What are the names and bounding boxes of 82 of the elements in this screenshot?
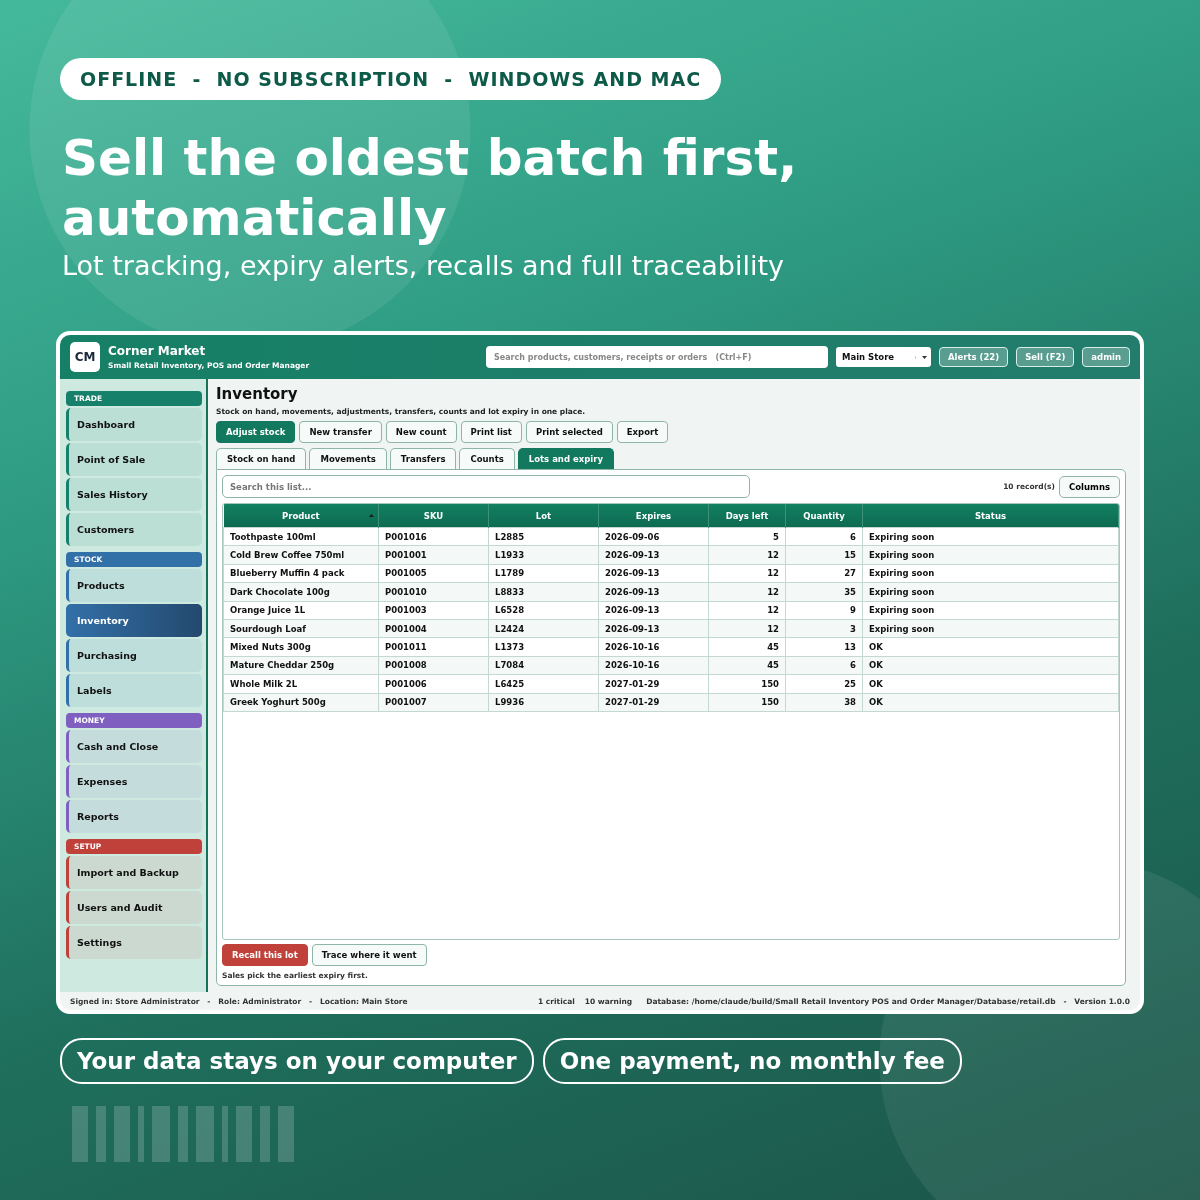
table-cell: P001005 [378,564,489,583]
table-cell: 27 [785,564,863,583]
table-cell: 2026-09-13 [598,564,709,583]
list-search-field[interactable]: Search this list... [222,475,750,498]
table-cell: 13 [785,637,863,657]
sidebar-item[interactable]: Expenses [66,765,202,798]
table-cell: 9 [785,601,863,620]
sidebar-item[interactable]: Dashboard [66,408,202,441]
store-dropdown[interactable]: Main Store [836,347,931,367]
table-cell: 5 [708,527,786,546]
sidebar-item[interactable]: Purchasing [66,639,202,672]
column-header[interactable]: Days left [708,504,786,528]
column-header[interactable]: Status [862,504,1119,528]
table-cell: L6425 [488,674,599,693]
app-title: Corner Market [108,344,207,358]
table-cell: P001003 [378,601,489,620]
tab[interactable]: Stock on hand [216,448,307,469]
action-button[interactable]: Recall this lot [222,944,308,966]
column-header[interactable]: Lot [488,504,599,528]
action-button[interactable]: Trace where it went [311,944,427,966]
sidebar-item[interactable]: Point of Sale [66,443,202,476]
table-cell: Expiring soon [862,564,1119,583]
column-header[interactable]: Expires [598,504,709,528]
table-cell: Blueberry Muffin 4 pack [223,564,379,583]
table-cell: 2027-01-29 [598,674,709,693]
table-cell: L1789 [488,564,599,583]
table-cell: Toothpaste 100ml [223,527,379,546]
search-field[interactable]: Search products, customers, receipts or orders (Ctrl+F) [486,346,828,368]
page-title: Inventory [216,385,299,403]
table-cell: L6528 [488,601,599,620]
sidebar-item[interactable]: Import and Backup [66,856,202,889]
table-cell: 12 [708,564,786,583]
table-cell: Mixed Nuts 300g [223,637,379,657]
feature-pill: One payment, no monthly fee [542,1038,962,1084]
table-cell: 45 [708,637,786,657]
table-cell: 6 [785,527,863,546]
sidebar-item[interactable]: Inventory [66,604,202,637]
table-cell: P001011 [378,637,489,657]
tab[interactable]: Movements [309,448,387,469]
table-cell: 12 [708,601,786,620]
sidebar-item[interactable]: Sales History [66,478,202,511]
table-cell: L2885 [488,527,599,546]
table-cell: P001006 [378,674,489,693]
sidebar-item[interactable]: Products [66,569,202,602]
table-cell: 25 [785,674,863,693]
column-header[interactable]: SKU [378,504,489,528]
columns-button[interactable]: Columns [1059,475,1120,498]
caret-icon [915,355,927,359]
table-cell: 150 [708,674,786,693]
subheadline: Lot tracking, expiry alerts, recalls and full traceability [62,250,786,281]
sidebar-item[interactable]: Reports [66,800,202,833]
sidebar-item[interactable]: Cash and Close [66,730,202,763]
tab[interactable]: Lots and expiry [517,448,614,469]
tab[interactable]: Transfers [389,448,457,469]
column-header[interactable]: Product [223,504,379,528]
table-cell: OK [862,674,1119,693]
feature-pill: Your data stays on your computer [60,1038,534,1084]
table-cell: Orange Juice 1L [223,601,379,620]
table-cell: P001016 [378,527,489,546]
action-button[interactable]: Print list [460,421,522,443]
table-cell: OK [862,637,1119,657]
action-button[interactable]: New transfer [299,421,382,443]
tagline-pill: OFFLINE - NO SUBSCRIPTION - WINDOWS AND MAC [60,58,722,100]
sidebar-item[interactable]: Settings [66,926,202,959]
table-cell: 2026-09-06 [598,527,709,546]
sidebar-item[interactable]: Customers [66,513,202,546]
sidebar-item[interactable]: Users and Audit [66,891,202,924]
action-button[interactable]: New count [385,421,457,443]
table-cell: 2026-10-16 [598,637,709,657]
logo: CM [70,342,100,372]
action-button[interactable]: Adjust stock [216,421,296,443]
table-cell: Whole Milk 2L [223,674,379,693]
headline: Sell the oldest batch first, automatically [62,128,799,248]
sidebar-item[interactable]: Labels [66,674,202,707]
table-cell: Expiring soon [862,601,1119,620]
tab[interactable]: Counts [459,448,515,469]
table-cell: L1373 [488,637,599,657]
table-cell: 2026-09-13 [598,601,709,620]
table-cell: Expiring soon [862,527,1119,546]
action-button[interactable]: Export [616,421,669,443]
action-button[interactable]: Print selected [525,421,613,443]
column-header[interactable]: Quantity [785,504,863,528]
